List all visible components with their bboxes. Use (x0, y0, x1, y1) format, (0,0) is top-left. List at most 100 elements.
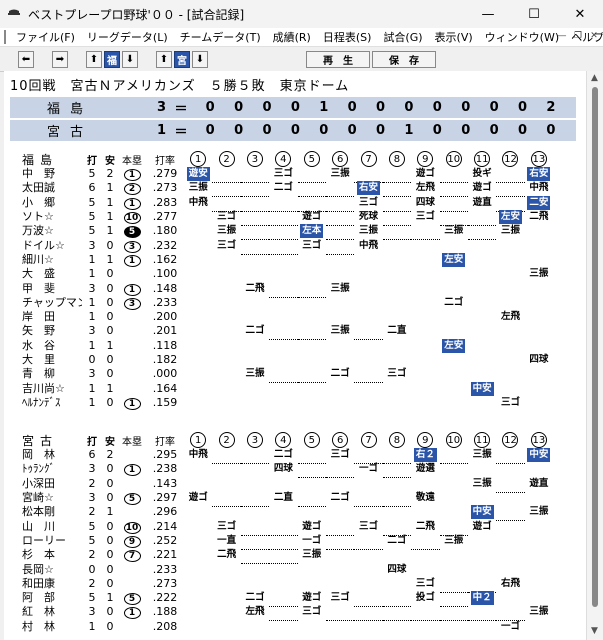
batting-table-header: 福島打安本塁 打率 1 2 3 4 5 6 7 8 9 10 11 12 13 (8, 151, 582, 167)
player-name[interactable]: 太田誠 (8, 181, 82, 195)
arrow-down-icon[interactable]: ⬇ (192, 50, 208, 68)
homerun-cell: 10 (118, 520, 146, 534)
maximize-icon[interactable]: ☐ (511, 0, 557, 28)
player-row[interactable]: ドイル☆ 3 0 3 .232 三ゴ 三ゴ 中飛 (8, 238, 582, 255)
player-name[interactable]: 万波☆ (8, 224, 82, 238)
scroll-thumb[interactable] (592, 87, 598, 607)
player-name[interactable]: 紅 林 (8, 605, 82, 619)
menu-game[interactable]: 試合(G) (377, 29, 428, 45)
player-name[interactable]: 小深田 (8, 477, 82, 491)
menu-schedule[interactable]: 日程表(S) (317, 29, 378, 45)
dotted-connector (297, 188, 326, 198)
hits: 0 (106, 367, 114, 381)
arrow-up-icon[interactable]: ⬆ (156, 50, 172, 68)
player-name[interactable]: 和田康 (8, 577, 82, 591)
player-row[interactable]: 松本剛 2 1 .296 中安 三振 (8, 505, 582, 522)
player-row[interactable]: 紅 林 3 0 1 .188 左飛 三ゴ 三振 (8, 605, 582, 622)
player-row[interactable]: 細川☆ 1 1 1.162 左安 (8, 252, 582, 267)
player-row[interactable]: 万波☆ 5 1 5 .180 三振 左本 三振 三振 三振 (8, 224, 582, 241)
at-bat-result: 二ゴ (245, 325, 265, 337)
menu-view[interactable]: 表示(V) (429, 29, 479, 45)
player-row[interactable]: ﾍﾙﾅﾝﾃﾞｽ 1 0 1 .159 三ゴ (8, 396, 582, 410)
player-row[interactable]: 小 郷 5 1 1.283 中飛 三ゴ 四球 遊直 二安 (8, 195, 582, 212)
replay-button[interactable]: 再 生 (306, 50, 370, 68)
menu-records[interactable]: 成績(R) (267, 29, 317, 45)
player-name[interactable]: 宮崎☆ (8, 491, 82, 505)
player-row[interactable]: ローリー 5 0 9 .252 一直 一ゴ 二ゴ 三振 (8, 534, 582, 550)
player-name[interactable]: 杉 本 (8, 548, 82, 562)
menu-file[interactable]: ファイル(F) (10, 29, 81, 45)
player-name[interactable]: 小 郷 (8, 196, 82, 210)
player-name[interactable]: 大 盛 (8, 267, 82, 281)
player-row[interactable]: 阿 部 5 1 5 .222 二ゴ 遊ゴ 三ゴ 投ゴ 中２ (8, 591, 582, 608)
player-name[interactable]: 岸 田 (8, 310, 82, 324)
hits: 0 (106, 462, 114, 476)
player-row[interactable]: 村 林 1 0 .208 一ゴ (8, 620, 582, 634)
document-icon[interactable] (4, 30, 6, 44)
player-row[interactable]: ﾄｩﾗﾝｸﾞ 3 0 1 .238 四球 一ゴ 遊選 (8, 462, 582, 479)
player-row[interactable]: 長岡☆ 0 0 .233 四球 (8, 562, 582, 576)
player-name[interactable]: 大 里 (8, 353, 82, 367)
player-name[interactable]: 吉川尚☆ (8, 382, 82, 396)
player-name[interactable]: ﾄｩﾗﾝｸﾞ (8, 462, 82, 476)
player-name[interactable]: ドイル☆ (8, 239, 82, 253)
player-name[interactable]: 岡 林 (8, 448, 82, 462)
player-row[interactable]: 大 里 0 0 .182 四球 (8, 353, 582, 367)
player-row[interactable]: 矢 野 3 0 .201 二ゴ 三振 二直 (8, 324, 582, 341)
player-name[interactable]: 水 谷 (8, 339, 82, 353)
player-name[interactable]: 松本剛 (8, 505, 82, 519)
player-row[interactable]: 甲 斐 3 0 1 .148 二飛 三振 (8, 281, 582, 298)
menu-league-data[interactable]: リーグデータ(L) (81, 29, 174, 45)
player-row[interactable]: 岡 林 6 2 .295 中飛 二ゴ 三ゴ 右２ 三振 中安 (8, 448, 582, 465)
player-row[interactable]: 大 盛 1 0 .100 三振 (8, 267, 582, 281)
player-name[interactable]: 阿 部 (8, 591, 82, 605)
player-row[interactable]: 青 柳 3 0 .000 三振 二ゴ 三ゴ (8, 367, 582, 384)
menu-window[interactable]: ウィンドウ(W) (479, 29, 565, 45)
player-row[interactable]: 小深田 2 0 .143 三振 遊直 (8, 477, 582, 493)
arrow-down-icon[interactable]: ⬇ (122, 50, 138, 68)
mdi-close-icon[interactable]: ✕ (587, 29, 601, 43)
player-row[interactable]: 和田康 2 0 .273 三ゴ 右飛 (8, 577, 582, 593)
scroll-up-icon[interactable]: ▲ (591, 73, 598, 83)
scroll-down-icon[interactable]: ▼ (591, 626, 598, 636)
arrow-right-icon[interactable]: ➡ (52, 50, 68, 68)
player-name[interactable]: ソト☆ (8, 210, 82, 224)
player-name[interactable]: 甲 斐 (8, 282, 82, 296)
player-name[interactable]: ローリー (8, 534, 82, 548)
player-name[interactable]: 中 野 (8, 167, 82, 181)
player-row[interactable]: 杉 本 2 0 7 .221 二飛 三振 (8, 548, 582, 565)
arrow-up-icon[interactable]: ⬆ (86, 50, 102, 68)
player-name[interactable]: 村 林 (8, 620, 82, 634)
player-row[interactable]: ソト☆ 5 1 10 .277 三ゴ 遊ゴ 死球 三ゴ 左安 二飛 (8, 210, 582, 227)
player-row[interactable]: 太田誠 6 1 2 .273 三振 二ゴ 右安 左飛 遊ゴ 中飛 (8, 181, 582, 198)
scoreboard-inning-cell: 0 (517, 123, 528, 138)
mdi-restore-icon[interactable]: ❐ (571, 29, 585, 43)
player-row[interactable]: チャップマン 1 0 3 .233 二ゴ (8, 296, 582, 310)
mdi-minimize-icon[interactable]: — (555, 29, 569, 43)
player-row[interactable]: 岸 田 1 0 .200 左飛 (8, 310, 582, 324)
inning-result-cell: 四球 (411, 196, 439, 210)
save-button[interactable]: 保 存 (372, 50, 436, 68)
scoreboard-inning-cell: 0 (205, 123, 215, 138)
player-row[interactable]: 水 谷 1 1 .118 左安 (8, 338, 582, 353)
player-row[interactable]: 中 野 5 2 1 .279 遊安 三ゴ 三振 遊ゴ 投ギ 右安 (8, 167, 582, 184)
vertical-scrollbar[interactable]: ▲ ▼ (586, 71, 603, 640)
close-icon[interactable]: ✕ (557, 0, 603, 28)
player-row[interactable]: 吉川尚☆ 1 1 .164 中安 (8, 381, 582, 396)
at-bat-result: 中安 (470, 381, 494, 396)
homerun-count: 10 (123, 521, 141, 534)
player-row[interactable]: 宮崎☆ 3 0 5 .297 遊ゴ 二直 二ゴ 敬遠 (8, 491, 582, 508)
player-name[interactable]: 青 柳 (8, 367, 82, 381)
team2-button[interactable]: 宮 (174, 50, 190, 68)
player-name[interactable]: 矢 野 (8, 324, 82, 338)
team1-button[interactable]: 福 (104, 50, 120, 68)
player-name[interactable]: ﾍﾙﾅﾝﾃﾞｽ (8, 396, 82, 410)
player-name[interactable]: 細川☆ (8, 253, 82, 267)
player-name[interactable]: チャップマン (8, 296, 82, 310)
player-row[interactable]: 山 川 5 0 10 .214 三ゴ 遊ゴ 三ゴ 二飛 遊ゴ (8, 519, 582, 536)
minimize-icon[interactable]: — (465, 0, 511, 28)
player-name[interactable]: 山 川 (8, 520, 82, 534)
arrow-left-icon[interactable]: ⬅ (18, 50, 34, 68)
menu-team-data[interactable]: チームデータ(T) (174, 29, 267, 45)
player-name[interactable]: 長岡☆ (8, 563, 82, 577)
